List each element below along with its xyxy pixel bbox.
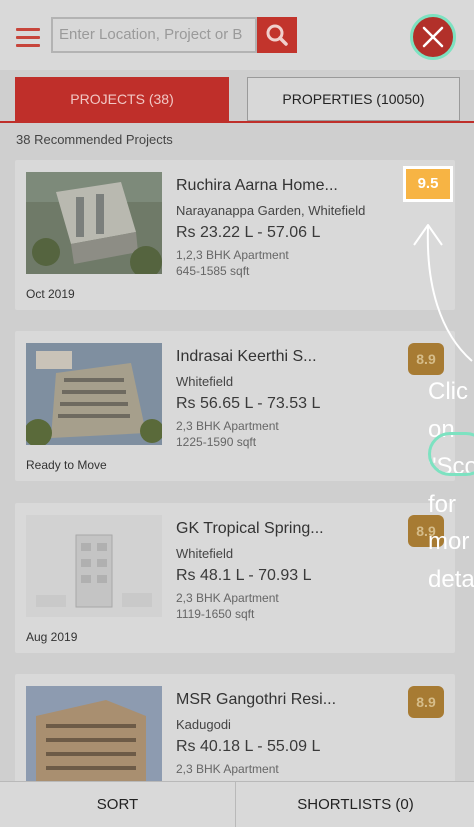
project-status: Oct 2019 xyxy=(26,287,75,301)
curved-arrow-icon xyxy=(413,224,473,362)
project-card[interactable]: GK Tropical Spring... Whitefield Rs 48.1… xyxy=(15,503,455,653)
tab-underline xyxy=(0,121,474,123)
project-location: Whitefield xyxy=(176,374,234,389)
project-name[interactable]: GK Tropical Spring... xyxy=(176,520,324,538)
project-config: 2,3 BHK Apartment xyxy=(176,419,279,433)
sort-button[interactable]: SORT xyxy=(0,782,236,827)
project-name[interactable]: MSR Gangothri Resi... xyxy=(176,691,336,709)
project-price: Rs 56.65 L - 73.53 L xyxy=(176,395,321,412)
top-bar: Enter Location, Project or B xyxy=(0,0,474,70)
project-area: 1225-1590 sqft xyxy=(176,435,257,449)
callout-line: for xyxy=(428,490,457,518)
project-name[interactable]: Ruchira Aarna Home... xyxy=(176,177,338,195)
hamburger-icon[interactable] xyxy=(16,28,40,48)
tutorial-callout: Clic on "Sco for mor deta xyxy=(428,373,474,598)
project-thumbnail xyxy=(26,343,162,445)
callout-line: Clic xyxy=(428,378,468,405)
project-location: Narayanappa Garden, Whitefield xyxy=(176,203,366,218)
tab-properties[interactable]: PROPERTIES (10050) xyxy=(247,77,460,121)
project-status: Aug 2019 xyxy=(26,630,78,644)
close-button[interactable] xyxy=(410,14,456,60)
project-price: Rs 40.18 L - 55.09 L xyxy=(176,738,321,755)
project-config: 2,3 BHK Apartment xyxy=(176,591,279,605)
tab-projects[interactable]: PROJECTS (38) xyxy=(15,77,229,121)
project-thumbnail xyxy=(26,686,162,788)
project-area: 645-1585 sqft xyxy=(176,264,250,278)
project-card[interactable]: Indrasai Keerthi S... Whitefield Rs 56.6… xyxy=(15,331,455,481)
shortlists-button[interactable]: SHORTLISTS (0) xyxy=(237,782,474,827)
score-badge[interactable]: 8.9 xyxy=(408,686,444,718)
search-icon xyxy=(266,24,288,46)
section-title: 38 Recommended Projects xyxy=(16,132,173,147)
close-icon xyxy=(422,26,444,48)
project-config: 1,2,3 BHK Apartment xyxy=(176,248,289,262)
project-card[interactable]: Ruchira Aarna Home... Narayanappa Garden… xyxy=(15,160,455,310)
score-highlight-ring xyxy=(428,432,474,476)
project-thumbnail xyxy=(26,515,162,617)
project-config: 2,3 BHK Apartment xyxy=(176,762,279,776)
search-input[interactable]: Enter Location, Project or B xyxy=(51,17,257,53)
project-location: Kadugodi xyxy=(176,717,231,732)
project-name[interactable]: Indrasai Keerthi S... xyxy=(176,348,317,366)
project-price: Rs 48.1 L - 70.93 L xyxy=(176,567,312,584)
project-area: 1119-1650 sqft xyxy=(176,607,255,621)
callout-line: mor xyxy=(428,528,470,555)
project-price: Rs 23.22 L - 57.06 L xyxy=(176,224,321,241)
project-status: Ready to Move xyxy=(26,458,107,472)
project-location: Whitefield xyxy=(176,546,234,561)
score-badge[interactable]: 9.5 xyxy=(403,166,453,202)
bottom-bar: SORT SHORTLISTS (0) xyxy=(0,781,474,827)
callout-line: deta xyxy=(428,565,474,593)
search-button[interactable] xyxy=(257,17,297,53)
project-thumbnail xyxy=(26,172,162,274)
